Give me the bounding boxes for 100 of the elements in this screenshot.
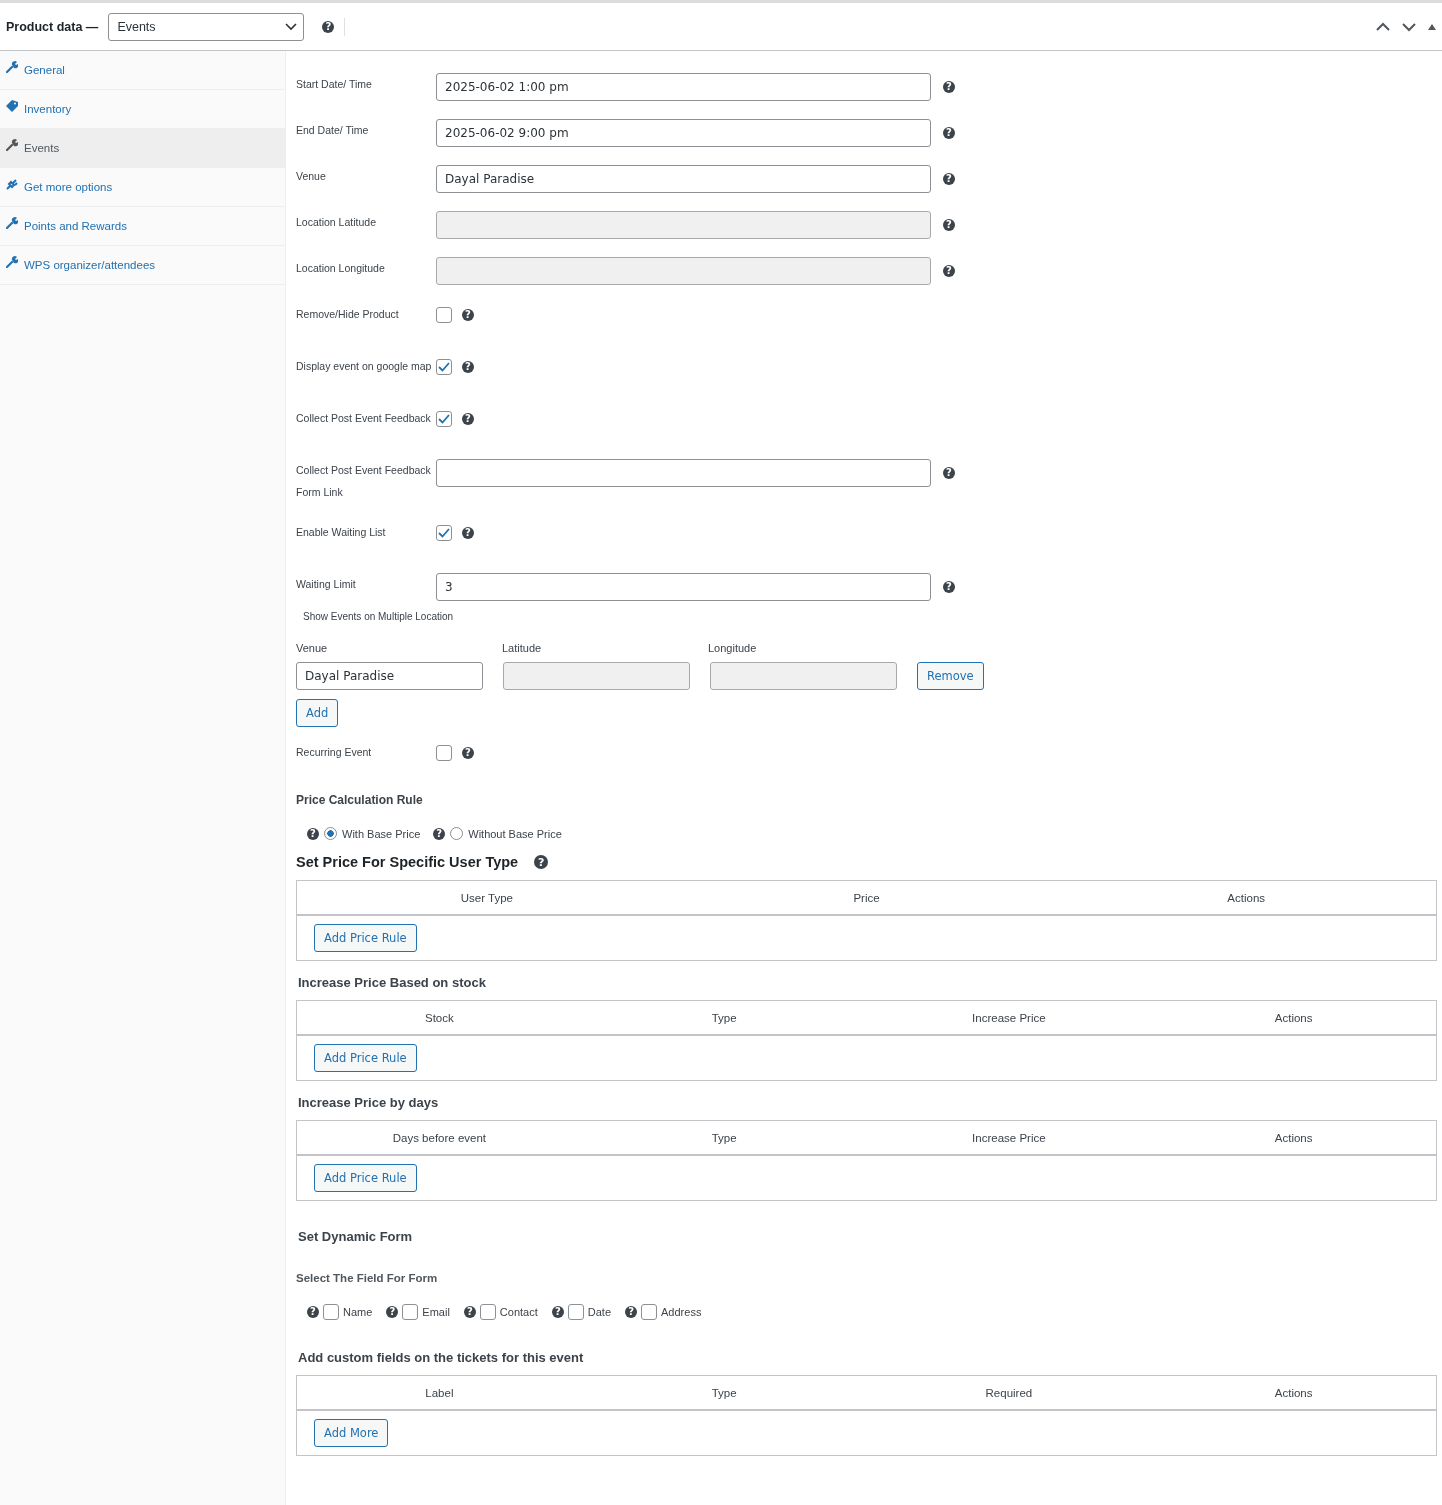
help-icon: ? — [625, 1306, 638, 1318]
add-button[interactable]: Add — [296, 699, 339, 727]
field-label: Waiting Limit — [296, 577, 357, 592]
help-icon: ? — [462, 413, 474, 425]
help-icon: ? — [462, 747, 474, 759]
help-icon: ? — [462, 309, 474, 321]
column-header: Increase Price — [971, 1131, 1047, 1144]
field-label: Location Longitude — [296, 261, 386, 276]
checkbox-label: Name — [343, 1306, 373, 1318]
radio-label: With Base Price — [342, 827, 421, 840]
field-label: End Date/ Time — [296, 123, 370, 138]
product-type-select[interactable]: Events — [108, 12, 305, 41]
section-label: Show Events on Multiple Location — [302, 611, 455, 622]
help-icon: ? — [463, 1306, 476, 1318]
field-label: Remove/Hide Product — [296, 307, 400, 322]
column-header: Stock — [424, 1011, 455, 1024]
help-icon: ? — [534, 855, 549, 869]
column-header: Type — [710, 1131, 738, 1144]
help-icon: ? — [943, 467, 955, 479]
text-field[interactable]: Dayal Paradise — [436, 165, 931, 193]
radio-button[interactable] — [324, 827, 337, 840]
help-icon: ? — [307, 1306, 319, 1318]
column-header: Price — [852, 891, 881, 904]
section-heading: Set Price For Specific User Type — [296, 854, 519, 870]
section-heading: Increase Price Based on stock — [298, 975, 486, 990]
help-icon: ? — [386, 1306, 399, 1318]
move-up-icon[interactable] — [1376, 21, 1390, 32]
field-label: Display event on google map — [296, 359, 433, 374]
help-icon: ? — [551, 1306, 564, 1318]
checkbox-label: Date — [587, 1306, 612, 1318]
help-icon: ? — [462, 527, 474, 539]
wrench-icon — [6, 256, 18, 268]
field-label: Collect Post Event Feedback — [296, 411, 432, 426]
section-heading: Increase Price by days — [298, 1095, 439, 1110]
help-icon: ? — [943, 81, 955, 93]
checkbox[interactable] — [323, 1304, 339, 1320]
column-header: Actions — [1273, 1386, 1314, 1399]
tag-icon — [6, 100, 18, 112]
help-icon: ? — [307, 827, 319, 840]
checkbox[interactable] — [436, 745, 452, 761]
wrench-icon — [6, 61, 18, 73]
checkbox[interactable] — [436, 525, 452, 541]
text-field[interactable]: 3 — [436, 573, 931, 601]
checkbox[interactable] — [567, 1304, 584, 1320]
move-down-icon[interactable] — [1402, 21, 1416, 32]
checkbox-label: Email — [422, 1306, 450, 1318]
help-icon: ? — [943, 219, 955, 231]
collapse-icon[interactable] — [1428, 23, 1436, 30]
column-header: Type — [710, 1386, 738, 1399]
wrench-icon — [6, 139, 18, 151]
chevron-down-icon — [285, 22, 298, 31]
field-label: Venue — [296, 169, 327, 184]
help-icon: ? — [943, 265, 955, 277]
checkbox-label: Contact — [499, 1306, 538, 1318]
column-header: User Type — [459, 891, 514, 904]
column-header: Required — [984, 1386, 1034, 1399]
sidebar-tab[interactable]: WPS organizer/attendees — [0, 246, 285, 285]
venue-field[interactable]: Dayal Paradise — [296, 662, 483, 690]
help-icon: ? — [433, 827, 446, 840]
radio-button[interactable] — [450, 827, 464, 840]
help-icon: ? — [943, 127, 955, 139]
field-label: Location Latitude — [296, 215, 377, 230]
wrench-icon — [6, 217, 18, 229]
column-label: Latitude — [502, 642, 543, 654]
checkbox[interactable] — [436, 359, 452, 375]
column-header: Increase Price — [971, 1011, 1047, 1024]
column-header: Label — [424, 1386, 455, 1399]
add-price-rule-button[interactable]: Add Price Rule — [314, 924, 417, 952]
add-price-rule-button[interactable]: Add Price Rule — [314, 1164, 417, 1192]
column-header: Days before event — [391, 1131, 488, 1144]
checkbox[interactable] — [436, 411, 452, 427]
help-icon: ? — [462, 361, 474, 373]
sidebar-tab[interactable]: General — [0, 51, 285, 90]
sidebar-tab[interactable]: Points and Rewards — [0, 207, 285, 246]
text-field[interactable]: 2025-06-02 1:00 pm — [436, 73, 931, 101]
sidebar-tab[interactable]: Events — [0, 129, 285, 168]
help-icon: ? — [322, 20, 335, 33]
add-price-rule-button[interactable]: Add Price Rule — [314, 1044, 417, 1072]
field-label: Collect Post Event Feedback Form Link — [296, 463, 432, 500]
column-header: Type — [710, 1011, 738, 1024]
checkbox[interactable] — [479, 1304, 496, 1320]
sidebar-tab[interactable]: Get more options — [0, 168, 285, 207]
section-heading: Set Dynamic Form — [297, 1229, 414, 1244]
text-field[interactable] — [436, 459, 931, 487]
help-icon: ? — [943, 173, 955, 185]
checkbox[interactable] — [402, 1304, 419, 1320]
section-heading: Price Calculation Rule — [296, 793, 424, 807]
remove-button[interactable]: Remove — [917, 662, 984, 690]
checkbox[interactable] — [641, 1304, 658, 1320]
column-header: Actions — [1273, 1011, 1314, 1024]
section-heading: Add custom fields on the tickets for this event — [298, 1350, 584, 1365]
column-header: Actions — [1226, 891, 1267, 904]
add-more-button[interactable]: Add More — [314, 1419, 389, 1447]
text-field[interactable]: 2025-06-02 9:00 pm — [436, 119, 931, 147]
checkbox-label: Address — [661, 1306, 702, 1318]
checkbox[interactable] — [436, 307, 452, 323]
radio-label: Without Base Price — [468, 827, 562, 840]
section-label: Select The Field For Form — [296, 1272, 439, 1284]
field-label: Start Date/ Time — [296, 77, 373, 92]
help-icon: ? — [943, 581, 955, 593]
